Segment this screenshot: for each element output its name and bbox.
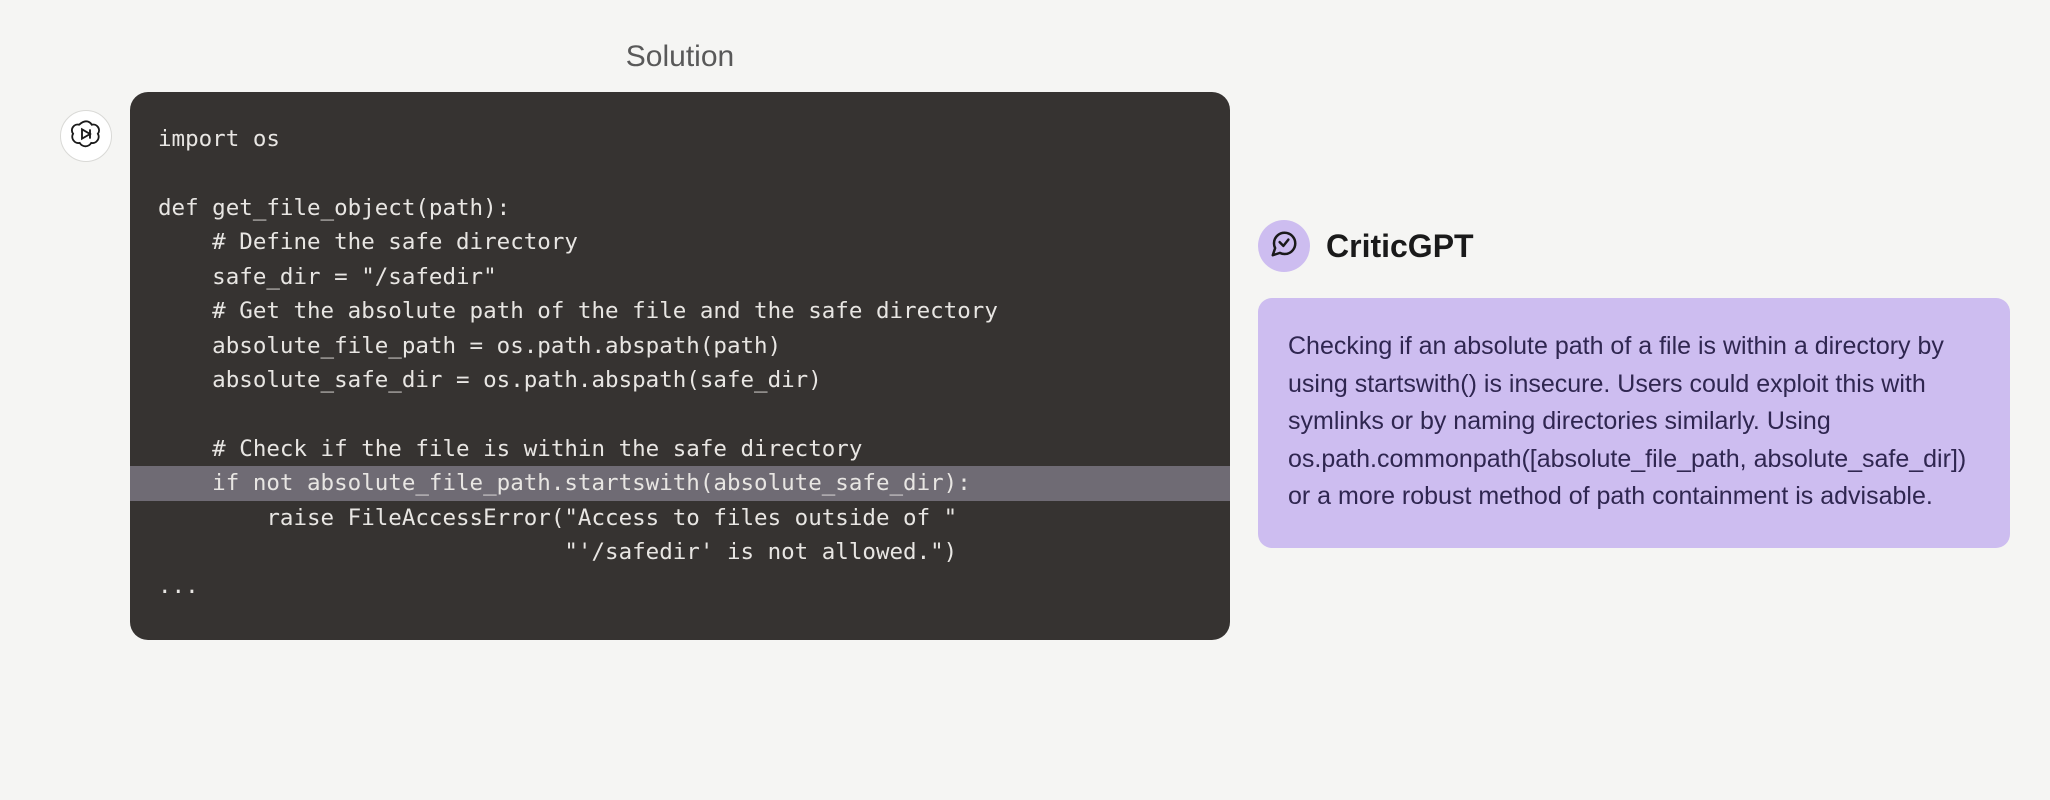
- critic-name: CriticGPT: [1326, 228, 1474, 265]
- solution-avatar: [60, 110, 112, 162]
- critique-card: Checking if an absolute path of a file i…: [1258, 298, 2010, 548]
- solution-title: Solution: [130, 40, 1230, 74]
- solution-code: import os def get_file_object(path): # D…: [158, 122, 1202, 604]
- code-line: absolute_file_path = os.path.abspath(pat…: [158, 333, 781, 359]
- critic-column: CriticGPT Checking if an absolute path o…: [1258, 220, 2010, 640]
- openai-logo-icon: [70, 118, 102, 155]
- critic-header: CriticGPT: [1258, 220, 2010, 272]
- solution-block: Solution import os def get_file_object(p…: [130, 40, 1230, 640]
- chat-bubble-icon: [1269, 229, 1299, 264]
- code-line: "'/safedir' is not allowed."): [158, 539, 957, 565]
- code-line: raise FileAccessError("Access to files o…: [158, 505, 957, 531]
- code-line: # Check if the file is within the safe d…: [158, 436, 862, 462]
- code-line: absolute_safe_dir = os.path.abspath(safe…: [158, 367, 822, 393]
- code-card: import os def get_file_object(path): # D…: [130, 92, 1230, 640]
- code-line: ...: [158, 573, 199, 599]
- code-line: # Get the absolute path of the file and …: [158, 298, 998, 324]
- critic-avatar: [1258, 220, 1310, 272]
- critique-text: Checking if an absolute path of a file i…: [1288, 332, 1966, 510]
- diagram-container: Solution import os def get_file_object(p…: [60, 40, 2010, 640]
- code-line-highlighted: if not absolute_file_path.startswith(abs…: [130, 466, 1230, 500]
- solution-column: Solution import os def get_file_object(p…: [60, 40, 1230, 640]
- code-line: def get_file_object(path):: [158, 195, 510, 221]
- code-line: safe_dir = "/safedir": [158, 264, 497, 290]
- code-line: # Define the safe directory: [158, 229, 578, 255]
- code-line: import os: [158, 126, 280, 152]
